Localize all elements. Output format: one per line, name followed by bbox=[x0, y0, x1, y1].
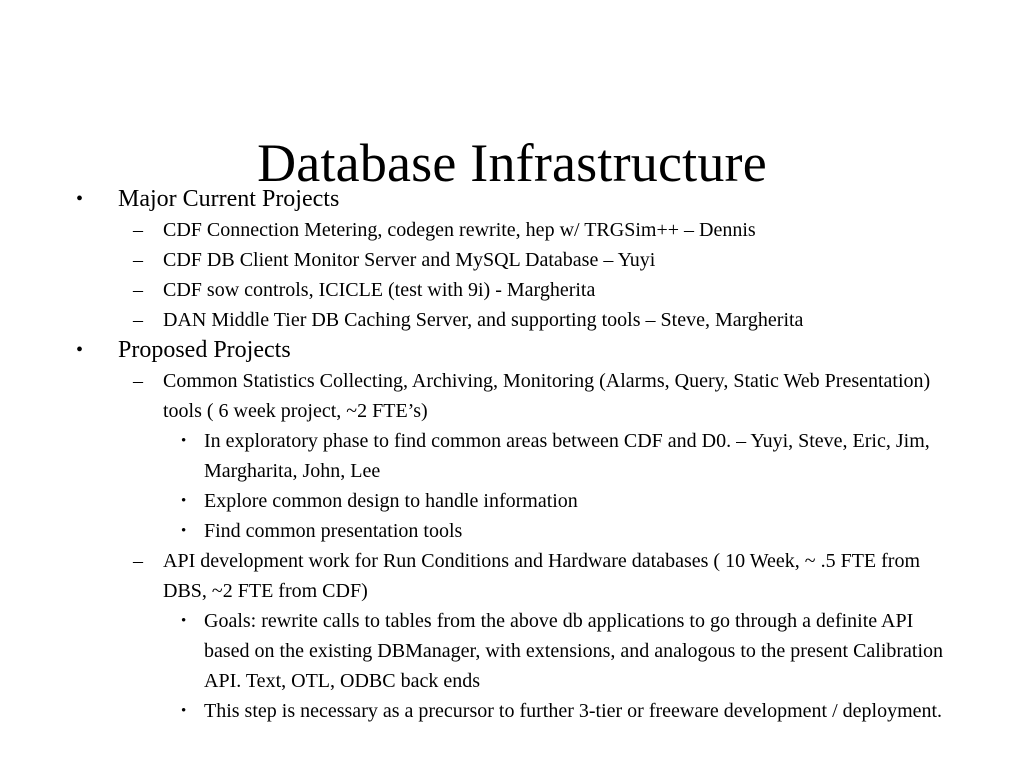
bullet-find-common-presentation-tools: • Find common presentation tools bbox=[62, 516, 962, 546]
bullet-marker-level2-icon: – bbox=[133, 249, 143, 271]
bullet-goals-rewrite-calls: • Goals: rewrite calls to tables from the… bbox=[62, 606, 962, 696]
bullet-text-api-development-work: API development work for Run Conditions … bbox=[163, 550, 921, 602]
slide-body: • Major Current Projects – CDF Connection M… bbox=[62, 184, 962, 726]
slide: Database Infrastructure • Major Current P… bbox=[0, 0, 1024, 768]
bullet-text-precursor-step: This step is necessary as a precursor to… bbox=[204, 700, 943, 722]
bullet-explore-common-design: • Explore common design to handle informa… bbox=[62, 486, 962, 516]
bullet-marker-level3-icon: • bbox=[181, 493, 187, 509]
bullet-major-current-projects: • Major Current Projects bbox=[62, 184, 962, 215]
bullet-text-major-current-projects: Major Current Projects bbox=[118, 186, 340, 212]
bullet-marker-level2-icon: – bbox=[133, 219, 143, 241]
bullet-text-cdf-db-client-monitor: CDF DB Client Monitor Server and MySQL D… bbox=[163, 249, 656, 271]
bullet-proposed-projects: • Proposed Projects bbox=[62, 335, 962, 366]
bullet-marker-level3-icon: • bbox=[181, 433, 187, 449]
bullet-marker-level1-icon: • bbox=[76, 339, 84, 361]
bullet-marker-level2-icon: – bbox=[133, 550, 143, 572]
bullet-text-cdf-sow-controls: CDF sow controls, ICICLE (test with 9i) … bbox=[163, 279, 596, 301]
bullet-common-statistics-collecting: – Common Statistics Collecting, Archiving… bbox=[62, 366, 962, 426]
bullet-api-development-work: – API development work for Run Conditions… bbox=[62, 546, 962, 606]
bullet-text-exploratory-phase: In exploratory phase to find common area… bbox=[204, 430, 930, 482]
bullet-cdf-sow-controls: – CDF sow controls, ICICLE (test with 9i)… bbox=[62, 275, 962, 305]
bullet-text-proposed-projects: Proposed Projects bbox=[118, 337, 291, 363]
bullet-exploratory-phase: • In exploratory phase to find common are… bbox=[62, 426, 962, 486]
bullet-marker-level3-icon: • bbox=[181, 703, 187, 719]
bullet-marker-level3-icon: • bbox=[181, 523, 187, 539]
bullet-text-cdf-connection-metering: CDF Connection Metering, codegen rewrite… bbox=[163, 219, 756, 241]
bullet-text-goals-rewrite-calls: Goals: rewrite calls to tables from the … bbox=[204, 610, 944, 692]
bullet-text-common-statistics-collecting: Common Statistics Collecting, Archiving,… bbox=[163, 370, 931, 422]
bullet-cdf-db-client-monitor: – CDF DB Client Monitor Server and MySQL … bbox=[62, 245, 962, 275]
bullet-marker-level1-icon: • bbox=[76, 188, 84, 210]
bullet-text-explore-common-design: Explore common design to handle informat… bbox=[204, 490, 578, 512]
bullet-text-find-common-presentation-tools: Find common presentation tools bbox=[204, 520, 463, 542]
bullet-marker-level3-icon: • bbox=[181, 613, 187, 629]
bullet-marker-level2-icon: – bbox=[133, 370, 143, 392]
bullet-marker-level2-icon: – bbox=[133, 309, 143, 331]
bullet-precursor-step: • This step is necessary as a precursor t… bbox=[62, 696, 962, 726]
bullet-cdf-connection-metering: – CDF Connection Metering, codegen rewrit… bbox=[62, 215, 962, 245]
bullet-dan-middle-tier: – DAN Middle Tier DB Caching Server, and … bbox=[62, 305, 962, 335]
bullet-marker-level2-icon: – bbox=[133, 279, 143, 301]
bullet-text-dan-middle-tier: DAN Middle Tier DB Caching Server, and s… bbox=[163, 309, 804, 331]
